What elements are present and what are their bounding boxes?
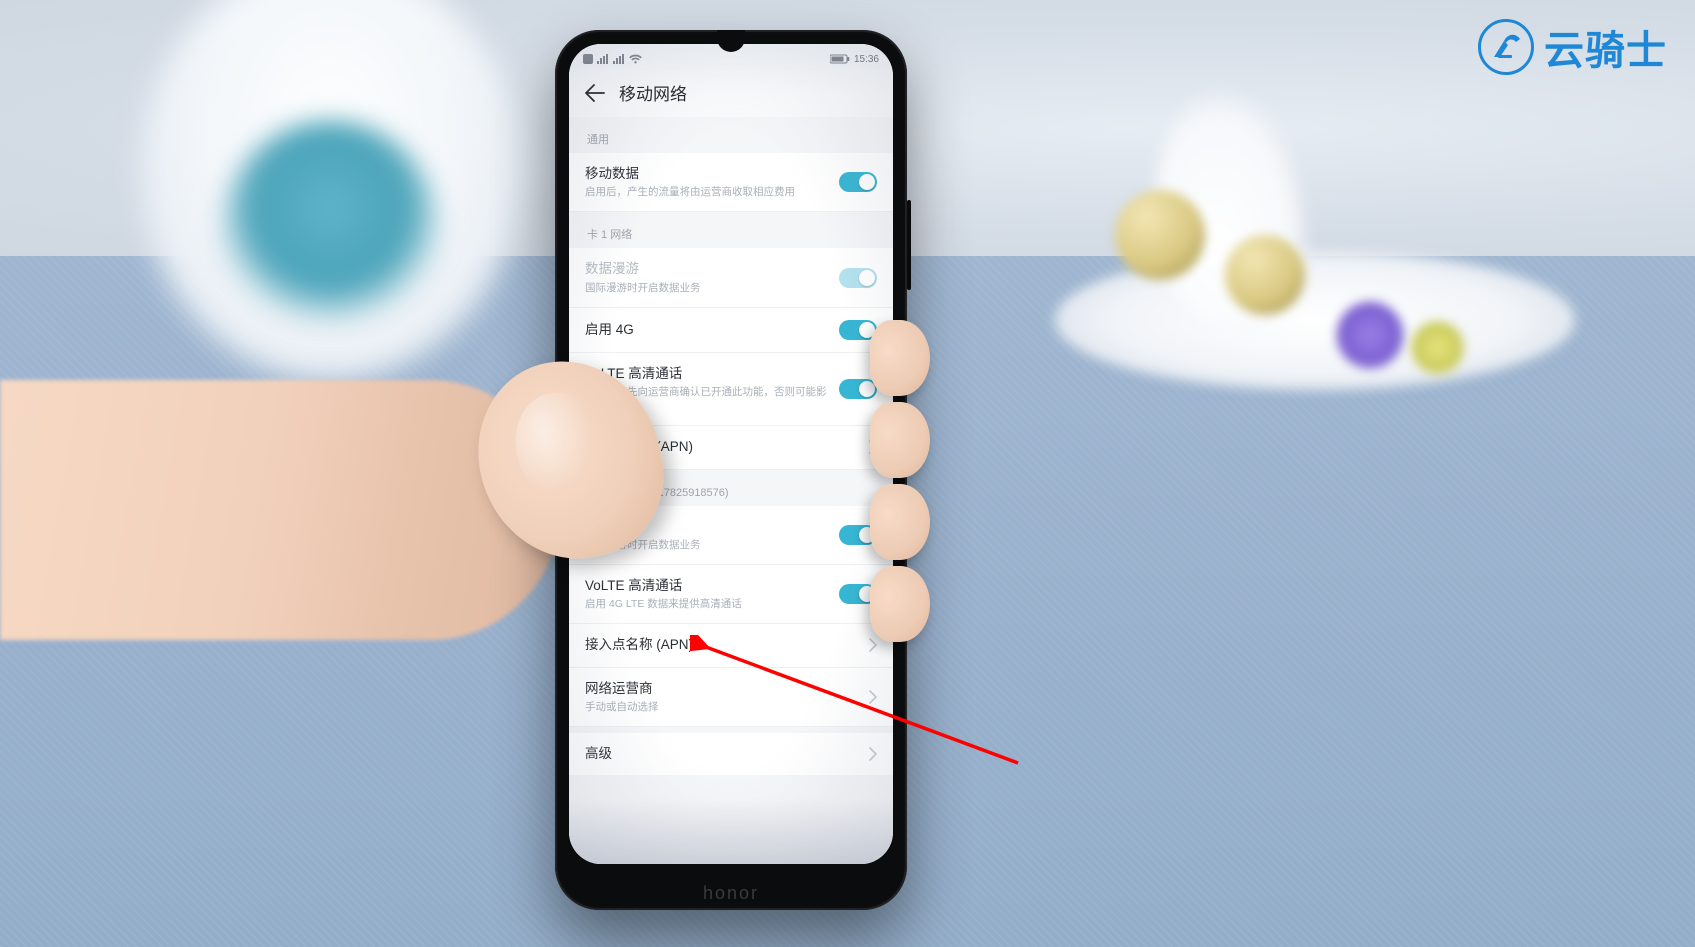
battery-icon	[830, 54, 850, 64]
row-mobile-data[interactable]: 移动数据 启用后，产生的流量将由运营商收取相应费用	[569, 153, 893, 212]
row-title: 接入点名称 (APN)	[585, 636, 857, 654]
row-title: 数据漫游	[585, 260, 827, 278]
phone-brand: honor	[555, 883, 907, 904]
wifi-icon	[629, 54, 642, 64]
row-sub: 启用 4G LTE 数据来提供高清通话	[585, 597, 827, 611]
back-icon[interactable]	[585, 84, 605, 102]
hand-arm	[0, 380, 560, 640]
row-sub: 手动或自动选择	[585, 700, 857, 714]
row-apn-sim2[interactable]: 接入点名称 (APN)	[569, 624, 893, 667]
chevron-right-icon	[869, 690, 877, 704]
page-title: 移动网络	[619, 80, 687, 105]
row-volte-sim2[interactable]: VoLTE 高清通话 启用 4G LTE 数据来提供高清通话	[569, 565, 893, 624]
section-header-general: 通用	[569, 117, 893, 153]
row-sub: 国际漫游时开启数据业务	[585, 281, 827, 295]
section-header-sim1: 卡 1 网络	[569, 212, 893, 248]
row-title: 启用 4G	[585, 321, 827, 339]
hand-fingers	[870, 320, 930, 660]
watermark-text: 云骑士	[1544, 18, 1667, 76]
app-header: 移动网络	[569, 70, 893, 117]
status-time: 15:36	[854, 54, 879, 65]
row-roaming-sim1[interactable]: 数据漫游 国际漫游时开启数据业务	[569, 248, 893, 307]
toggle-mobile-data[interactable]	[839, 172, 877, 192]
row-enable-4g[interactable]: 启用 4G	[569, 308, 893, 353]
toggle-roaming-sim1[interactable]	[839, 268, 877, 288]
row-advanced[interactable]: 高级	[569, 733, 893, 775]
row-title: 高级	[585, 745, 857, 763]
signal-icon	[597, 54, 609, 64]
watermark: 云骑士	[1478, 18, 1667, 76]
signal2-icon	[613, 54, 625, 64]
row-title: 移动数据	[585, 165, 827, 183]
row-carrier[interactable]: 网络运营商 手动或自动选择	[569, 668, 893, 727]
row-title: VoLTE 高清通话	[585, 577, 827, 595]
chevron-right-icon	[869, 747, 877, 761]
row-sub: 启用后，产生的流量将由运营商收取相应费用	[585, 185, 827, 199]
row-title: 网络运营商	[585, 680, 857, 698]
watermark-badge-icon	[1478, 19, 1534, 75]
carrier-icon	[583, 54, 593, 64]
row-title: VoLTE 高清通话	[585, 365, 827, 383]
